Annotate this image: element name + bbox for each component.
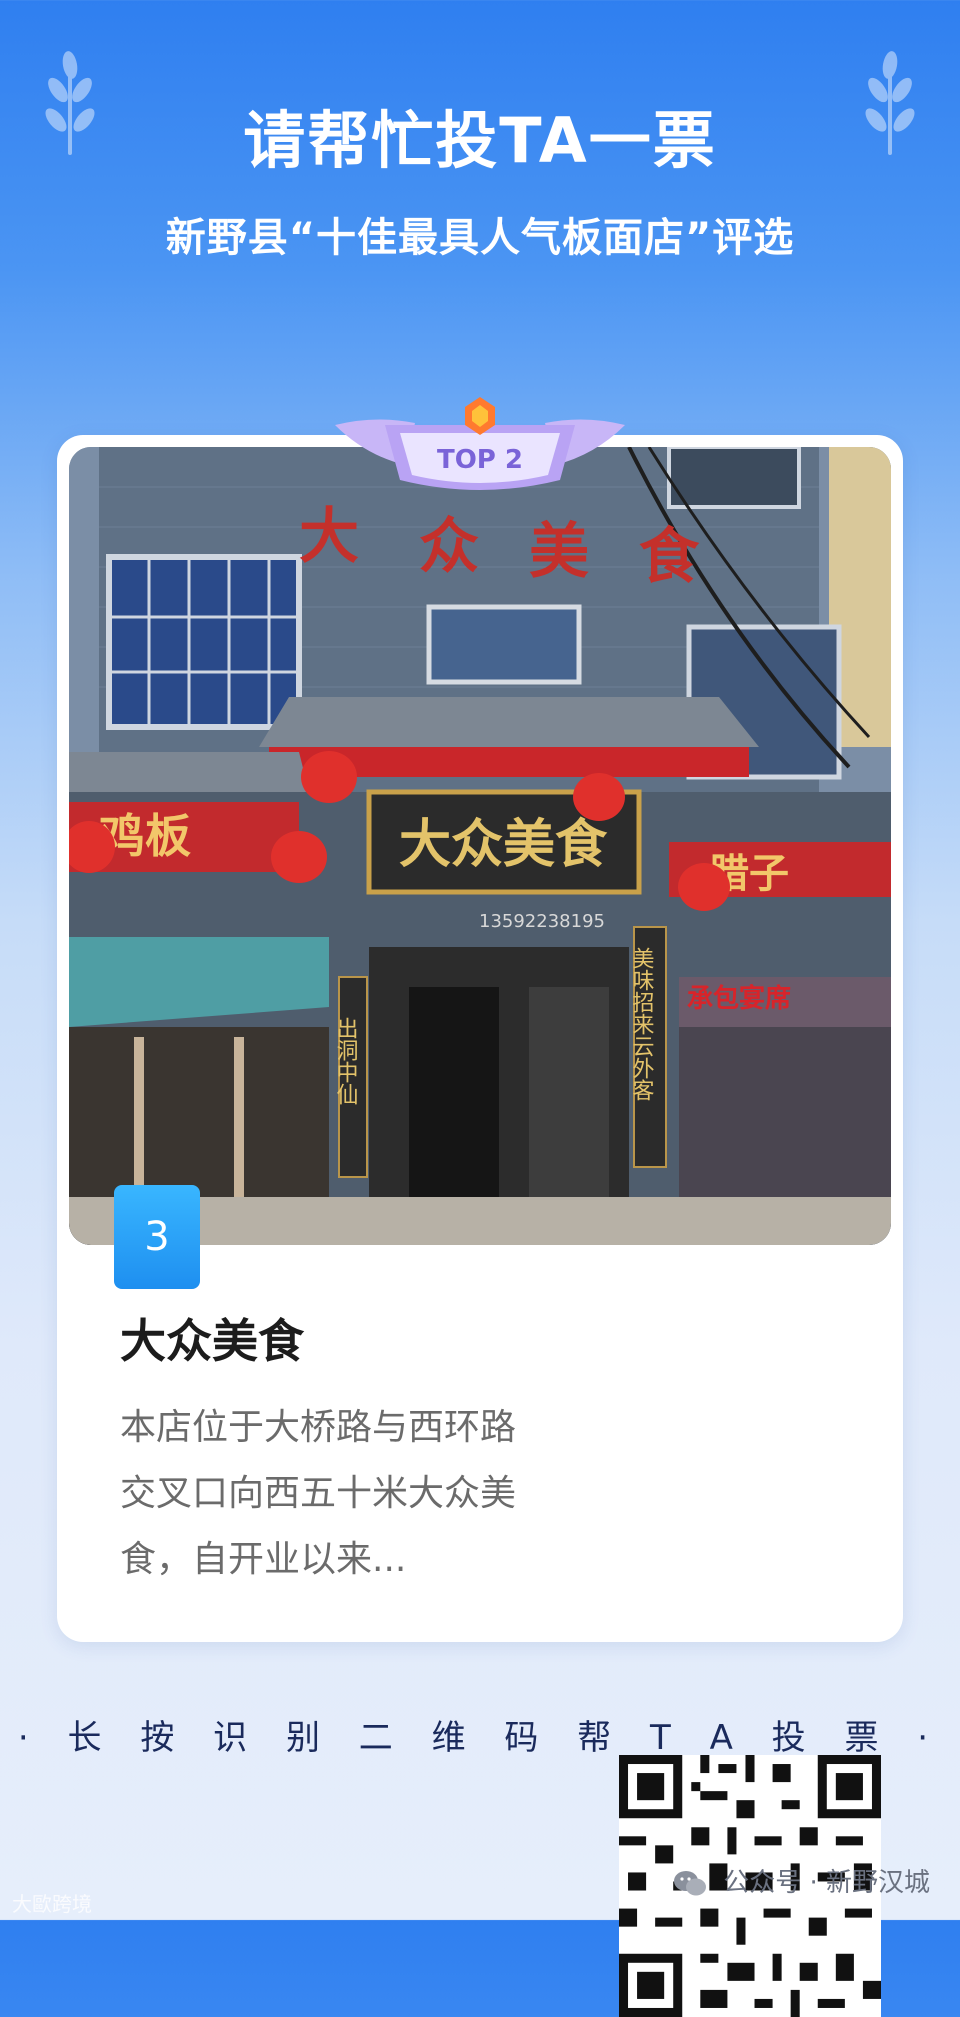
window-sign-text: 承包宴席: [687, 983, 791, 1014]
source-attribution: 公众号 · 新野汉城: [673, 1862, 930, 1899]
main-sign-char: 大: [299, 502, 359, 572]
shop-name: 大众美食: [120, 1314, 304, 1368]
watermark-text: 大歐跨境: [12, 1892, 92, 1916]
vote-instruction: · 长 按 识 别 二 维 码 帮 T A 投 票 ·: [17, 1718, 943, 1758]
wechat-icon: [673, 1870, 706, 1895]
shop-description: 本店位于大桥路与西环路交叉口向西五十米大众美食，自开业以来...: [120, 1407, 517, 1580]
source-text: 公众号 · 新野汉城: [723, 1868, 930, 1898]
top-rank-badge: TOP 2: [335, 397, 625, 490]
page-title: 请帮忙投TA一票: [243, 104, 717, 177]
left-pillar-text: 出洞中仙: [333, 1017, 359, 1105]
svg-text:众: 众: [419, 512, 479, 582]
plaque-text: 大众美食: [399, 814, 608, 875]
rank-number-badge: 3: [114, 1185, 200, 1289]
svg-text:美: 美: [529, 517, 589, 587]
page-subtitle: 新野县“十佳最具人气板面店”评选: [165, 215, 795, 261]
phone-number: 13592238195: [479, 911, 605, 932]
storefront-photo: 大 众 美 食 鸡板 腊子 大众美食 13592238195 出洞中仙 美味招来…: [69, 447, 891, 1245]
right-pillar-text: 美味招来云外客: [629, 947, 655, 1101]
svg-text:食: 食: [639, 522, 700, 592]
top-badge-label: TOP 2: [437, 445, 523, 475]
